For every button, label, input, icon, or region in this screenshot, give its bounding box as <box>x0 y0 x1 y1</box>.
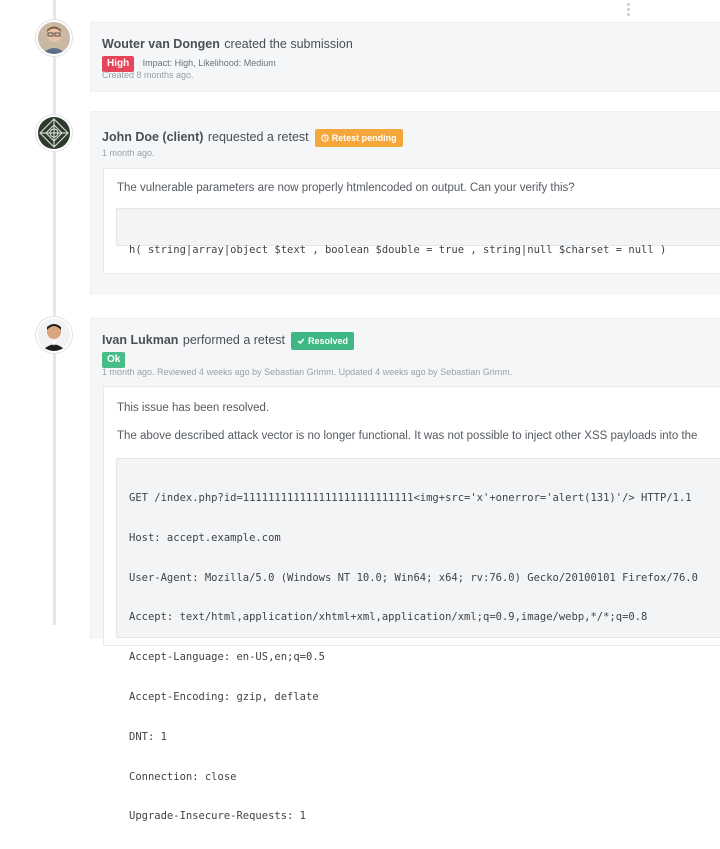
impact-text: Impact: High, Likelihood: Medium <box>142 58 276 68</box>
actor-name[interactable]: Wouter van Dongen <box>102 37 220 51</box>
code-line: Accept-Language: en-US,en;q=0.5 <box>129 651 325 664</box>
action-text: requested a retest <box>207 130 309 144</box>
comment-text: The vulnerable parameters are now proper… <box>117 182 575 194</box>
code-line: Host: accept.example.com <box>129 531 281 544</box>
clock-icon <box>321 134 329 142</box>
code-line: User-Agent: Mozilla/5.0 (Windows NT 10.0… <box>129 571 698 584</box>
more-options-icon[interactable] <box>627 3 631 18</box>
timeline-line <box>53 0 56 625</box>
retest-pending-badge: Retest pending <box>315 129 403 147</box>
code-line: Connection: close <box>129 770 237 783</box>
event-card-retest-request: John Doe (client) requested a retest Ret… <box>90 111 720 294</box>
event-meta: 1 month ago. Reviewed 4 weeks ago by Seb… <box>102 367 513 377</box>
check-icon <box>298 338 305 345</box>
code-line: GET /index.php?id=1111111111111111111111… <box>129 492 692 504</box>
details-paragraph: The above described attack vector is no … <box>117 430 698 442</box>
http-request-code-block: GET /index.php?id=1111111111111111111111… <box>116 458 720 822</box>
code-line: DNT: 1 <box>129 730 167 743</box>
event-card-retest-performed: Ivan Lukman performed a retest Resolved … <box>90 318 720 822</box>
event-meta: 1 month ago. <box>102 148 155 158</box>
ok-badge: Ok <box>102 352 126 368</box>
event-card-created: Wouter van Dongen created the submission… <box>90 22 720 92</box>
action-text: performed a retest <box>182 333 286 347</box>
code-line: Upgrade-Insecure-Requests: 1 <box>129 810 307 823</box>
code-line: Accept: text/html,application/xhtml+xml,… <box>129 611 648 624</box>
actor-name[interactable]: Ivan Lukman <box>102 333 178 347</box>
status-badge-label: Retest pending <box>331 133 397 143</box>
actor-name[interactable]: John Doe (client) <box>102 130 203 144</box>
result-paragraph: This issue has been resolved. <box>117 402 270 414</box>
code-line: h( string|array|object $text , boolean $… <box>129 244 667 256</box>
avatar-ivan <box>38 319 70 351</box>
avatar-wouter <box>38 22 70 54</box>
status-badge-label: Resolved <box>307 336 349 346</box>
code-block: h( string|array|object $text , boolean $… <box>116 208 720 256</box>
action-text: created the submission <box>224 37 353 51</box>
event-meta: Created 8 months ago. <box>102 70 194 80</box>
avatar-john <box>38 117 70 149</box>
resolved-badge: Resolved <box>291 332 355 350</box>
code-line: Accept-Encoding: gzip, deflate <box>129 690 319 703</box>
